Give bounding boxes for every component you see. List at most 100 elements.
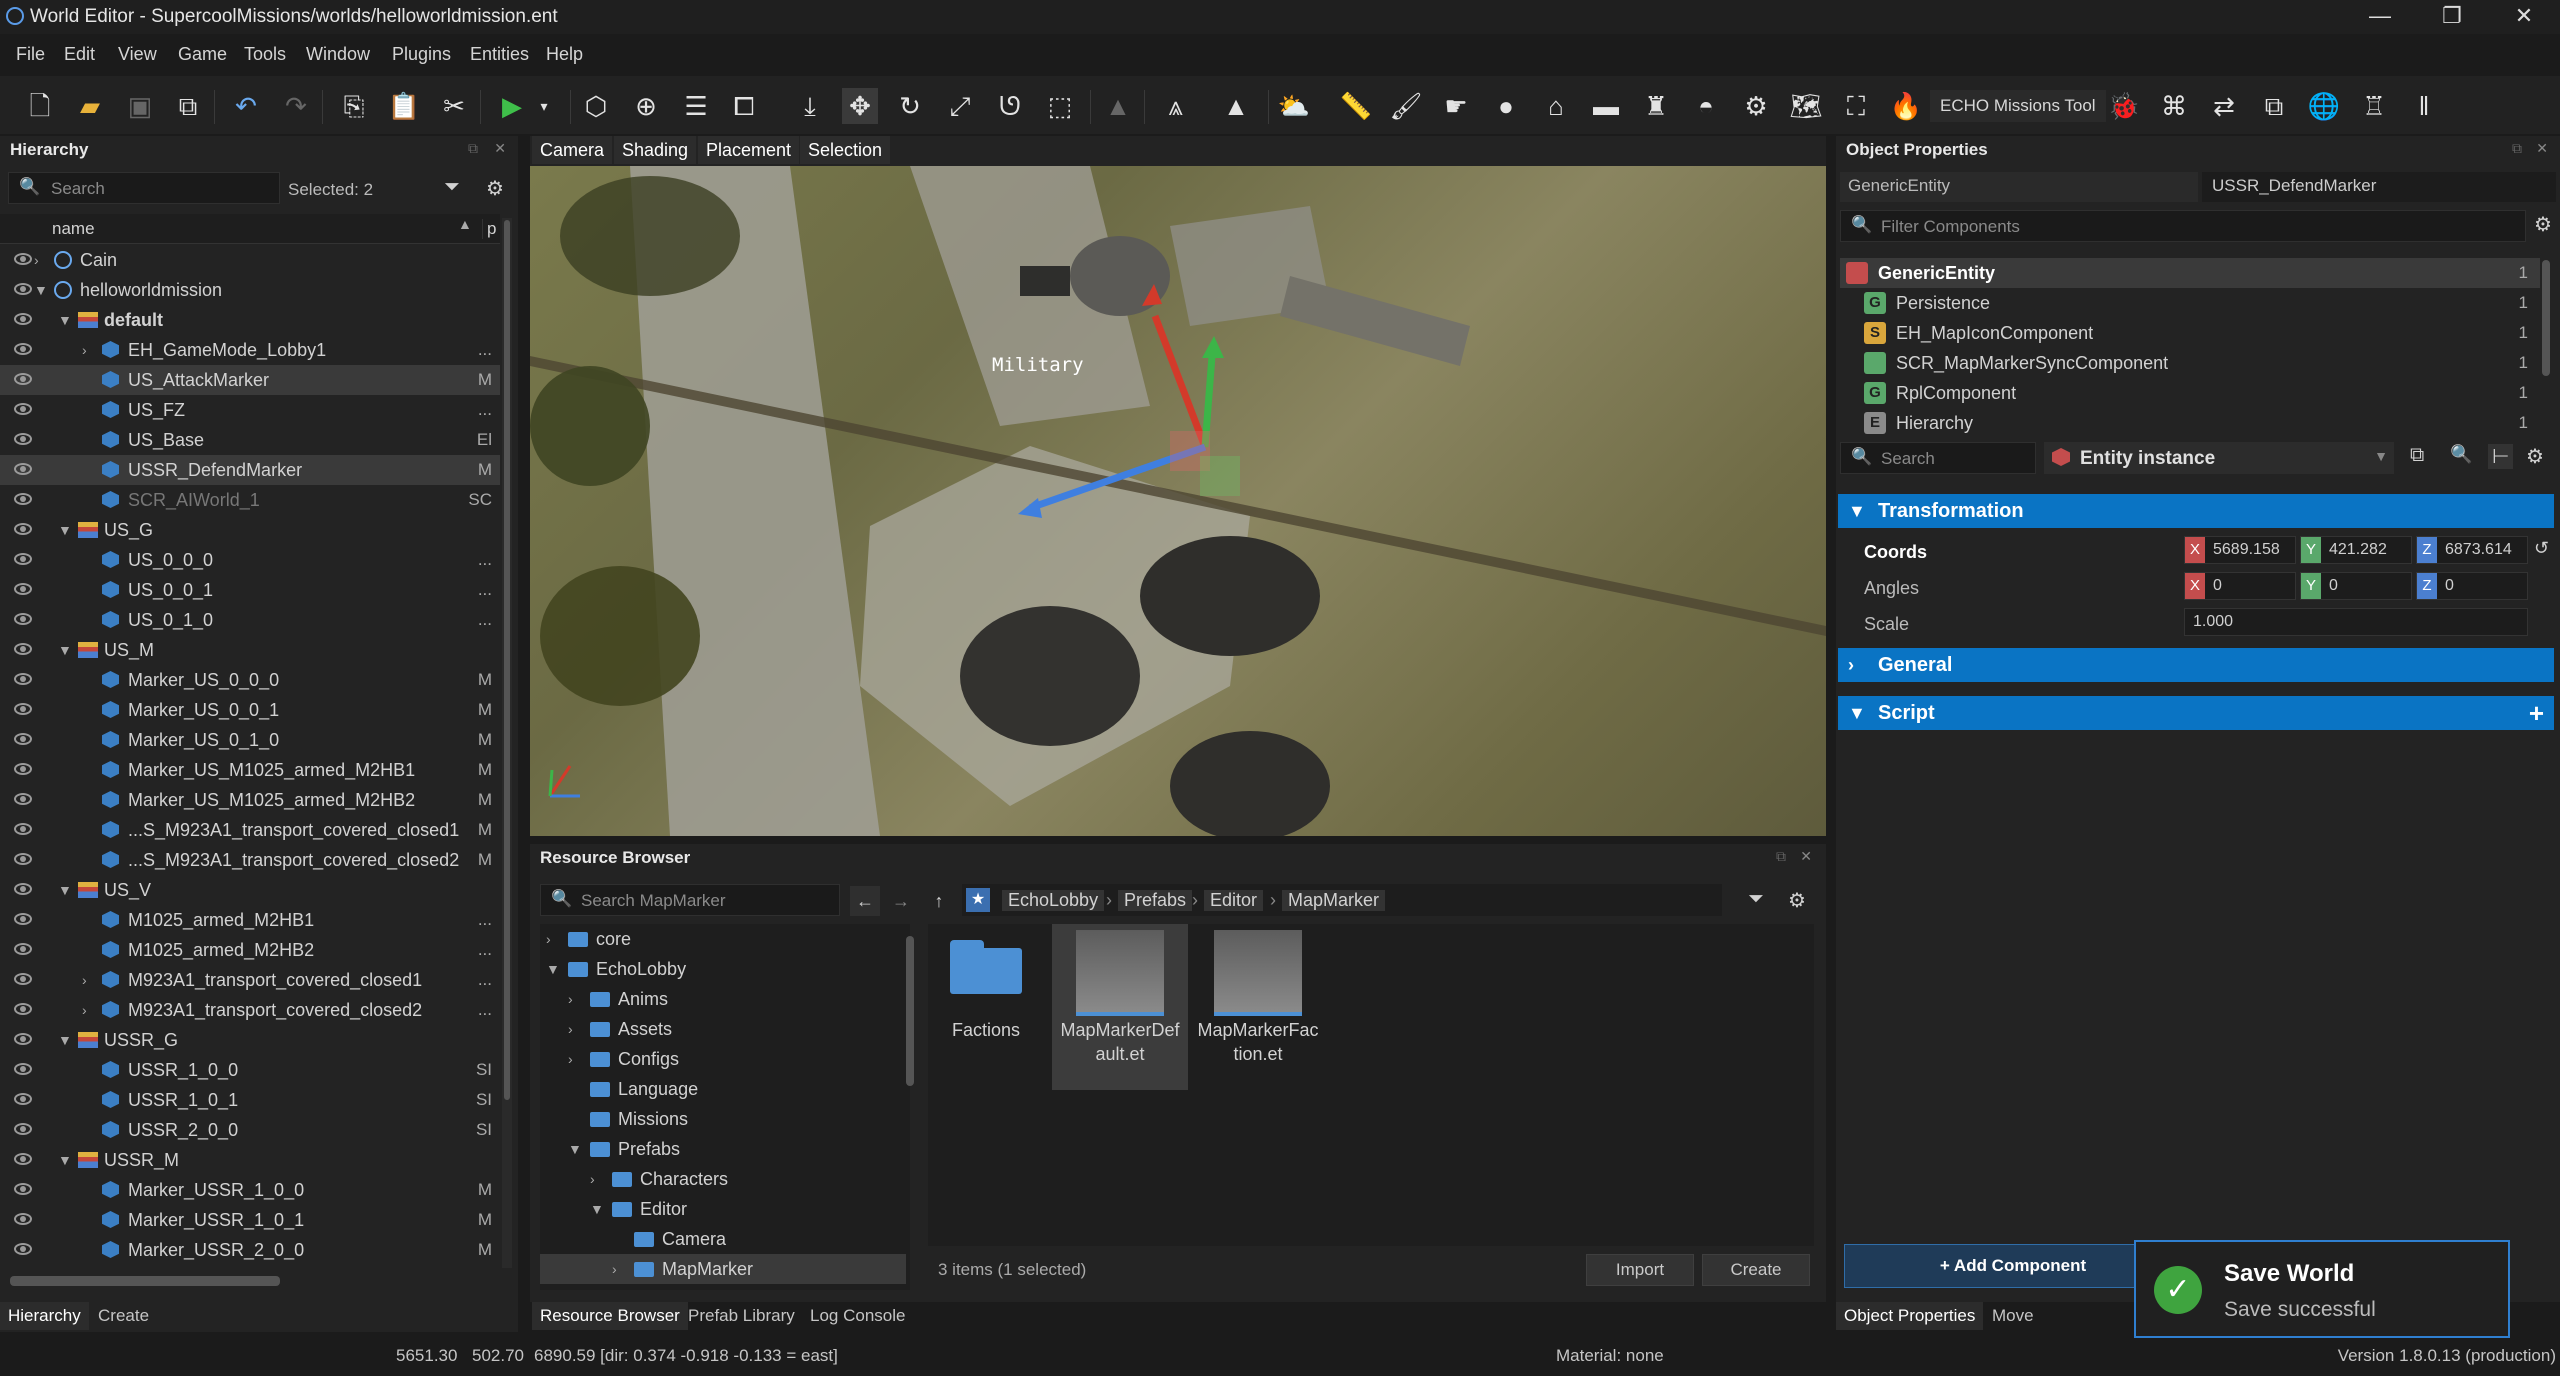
play-icon[interactable]: ▶ <box>494 88 530 124</box>
panel-float-icon[interactable]: ⧉ <box>1776 848 1786 865</box>
file-factions-label[interactable]: Factions <box>938 1020 1034 1041</box>
chevron-right-icon[interactable]: › <box>546 924 551 954</box>
hierarchy-scrollbar[interactable] <box>502 218 512 1268</box>
menu-edit[interactable]: Edit <box>64 44 95 65</box>
scale-tool-icon[interactable]: ⤢ <box>942 88 978 124</box>
bug-icon[interactable]: 🐞 <box>2106 88 2142 124</box>
resource-tree-item[interactable]: ▼ EchoLobby <box>540 954 906 984</box>
scene-viewport[interactable]: Military <box>530 166 1826 836</box>
swap-icon[interactable]: ⇄ <box>2206 88 2242 124</box>
visibility-eye-icon[interactable] <box>14 253 32 265</box>
panel-close-icon[interactable]: ✕ <box>494 140 506 157</box>
visibility-eye-icon[interactable] <box>14 433 32 445</box>
visibility-eye-icon[interactable] <box>14 553 32 565</box>
filter-components-input[interactable]: 🔍 Filter Components <box>1840 210 2526 242</box>
forward-arrow-icon[interactable]: → <box>886 886 916 916</box>
road-icon[interactable]: ⩓ <box>1158 88 1194 124</box>
menu-file[interactable]: File <box>16 44 45 65</box>
copy-icon[interactable]: ⎘ <box>336 88 372 124</box>
play-dropdown-icon[interactable]: ▾ <box>526 88 562 124</box>
menu-window[interactable]: Window <box>306 44 370 65</box>
chevron-down-icon[interactable]: ▼ <box>590 1194 604 1224</box>
hierarchy-row[interactable]: US_Base El <box>0 425 500 455</box>
filter-icon[interactable]: ⏷ <box>1748 888 1764 911</box>
tab-create[interactable]: Create <box>90 1302 157 1330</box>
new-file-icon[interactable]: 🗋 <box>22 88 58 124</box>
house-icon[interactable]: ⌂ <box>1538 88 1574 124</box>
visibility-eye-icon[interactable] <box>14 1033 32 1045</box>
menu-entities[interactable]: Entities <box>470 44 529 65</box>
component-row[interactable]: G RplComponent 1 <box>1840 378 2540 408</box>
visibility-eye-icon[interactable] <box>14 943 32 955</box>
coord-x-field[interactable]: X 5689.158 <box>2184 536 2296 564</box>
crumb-prefabs[interactable]: Prefabs <box>1118 890 1193 911</box>
hierarchy-row[interactable]: ▼ USSR_G <box>0 1025 500 1055</box>
visibility-eye-icon[interactable] <box>14 463 32 475</box>
cut-icon[interactable]: ✂ <box>436 88 472 124</box>
chevron-right-icon[interactable]: › <box>34 245 39 275</box>
reset-icon[interactable]: ↺ <box>2534 538 2549 559</box>
hierarchy-row[interactable]: Marker_US_0_0_1 M <box>0 695 500 725</box>
transformation-header[interactable]: ▼ Transformation <box>1838 494 2554 528</box>
settings-icon[interactable]: ⚙ <box>1788 888 1806 913</box>
hierarchy-row[interactable]: ▼ US_M <box>0 635 500 665</box>
coord-z-field[interactable]: Z 6873.614 <box>2416 536 2528 564</box>
prefab-icon[interactable]: ▲ <box>1218 88 1254 124</box>
chevron-down-icon[interactable]: ▼ <box>58 515 72 545</box>
resource-tree-item[interactable]: › MapMarker <box>540 1254 906 1284</box>
property-search-input[interactable]: 🔍 Search <box>1840 442 2036 474</box>
hierarchy-row[interactable]: ▼ helloworldmission <box>0 275 500 305</box>
visibility-eye-icon[interactable] <box>14 493 32 505</box>
open-folder-icon[interactable]: ▰ <box>72 88 108 124</box>
resource-tree-item[interactable]: › core <box>540 924 906 954</box>
export-icon[interactable]: ⧉ <box>170 88 206 124</box>
tab-prefab-library[interactable]: Prefab Library <box>680 1302 803 1330</box>
frame-icon[interactable]: ⛶ <box>1838 88 1874 124</box>
visibility-eye-icon[interactable] <box>14 703 32 715</box>
fire-icon[interactable]: 🔥 <box>1888 88 1924 124</box>
file-mapmarkerdefault-selected[interactable]: MapMarkerDef ault.et <box>1052 924 1188 1090</box>
crumb-mapmarker[interactable]: MapMarker <box>1282 890 1386 911</box>
visibility-eye-icon[interactable] <box>14 1123 32 1135</box>
chevron-right-icon[interactable]: › <box>590 1164 595 1194</box>
paste-icon[interactable]: 📋 <box>386 88 422 124</box>
drop-to-ground-icon[interactable]: ⤓ <box>792 88 828 124</box>
resource-tree-item[interactable]: › Configs <box>540 1044 906 1074</box>
tab-log-console[interactable]: Log Console <box>802 1302 913 1330</box>
hierarchy-row[interactable]: Marker_US_0_0_0 M <box>0 665 500 695</box>
tab-selection[interactable]: Selection <box>800 136 891 164</box>
resource-tree-item[interactable]: Camera <box>540 1224 906 1254</box>
menu-view[interactable]: View <box>118 44 157 65</box>
visibility-eye-icon[interactable] <box>14 883 32 895</box>
hierarchy-row[interactable]: US_0_1_0... <box>0 605 500 635</box>
component-row[interactable]: GenericEntity 1 <box>1840 258 2540 288</box>
visibility-eye-icon[interactable] <box>14 373 32 385</box>
hierarchy-row[interactable]: ▼ US_G <box>0 515 500 545</box>
create-button[interactable]: Create <box>1702 1254 1810 1286</box>
hierarchy-search[interactable]: 🔍 Search <box>8 172 280 204</box>
entity-name-field[interactable]: USSR_DefendMarker <box>2202 172 2556 202</box>
angle-z-field[interactable]: Z0 <box>2416 572 2528 600</box>
add-component-button[interactable]: + Add Component <box>1844 1244 2182 1288</box>
visibility-eye-icon[interactable] <box>14 793 32 805</box>
menu-tools[interactable]: Tools <box>244 44 286 65</box>
script-header[interactable]: ▼ Script + <box>1838 696 2554 730</box>
map-icon[interactable]: 🗺 <box>1788 88 1824 124</box>
visibility-eye-icon[interactable] <box>14 403 32 415</box>
resource-search[interactable]: 🔍 Search MapMarker <box>540 884 840 916</box>
visibility-eye-icon[interactable] <box>14 613 32 625</box>
visibility-eye-icon[interactable] <box>14 643 32 655</box>
search-icon[interactable]: 🔍 <box>2450 444 2472 465</box>
visibility-eye-icon[interactable] <box>14 1183 32 1195</box>
hierarchy-row[interactable]: US_FZ... <box>0 395 500 425</box>
hierarchy-row[interactable]: Marker_USSR_1_0_1 M <box>0 1205 500 1235</box>
up-arrow-icon[interactable]: ↑ <box>924 886 954 916</box>
panel-close-icon[interactable]: ✕ <box>2536 140 2548 157</box>
chevron-right-icon[interactable]: › <box>568 1044 573 1074</box>
curve-tool-icon[interactable]: ᘎ <box>992 88 1028 124</box>
crumb-echolobby[interactable]: EchoLobby <box>1002 890 1105 911</box>
hierarchy-row[interactable]: USSR_DefendMarker M <box>0 455 500 485</box>
component-row[interactable]: G Persistence 1 <box>1840 288 2540 318</box>
panel-float-icon[interactable]: ⧉ <box>468 140 478 157</box>
move-tool-icon[interactable]: ✥ <box>842 88 878 124</box>
